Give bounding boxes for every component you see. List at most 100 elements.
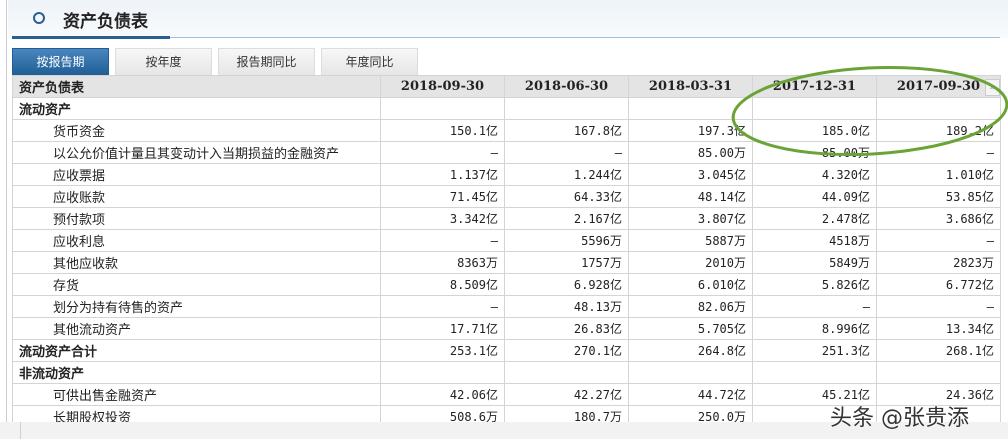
circle-icon: [33, 12, 45, 24]
table-row: 非流动资产: [12, 361, 1001, 384]
row-label: 划分为持有待售的资产: [12, 295, 381, 318]
table-cell: 42.27亿: [504, 383, 629, 406]
table-cell: 150.1亿: [380, 119, 505, 142]
section-header: 资产负债表: [8, 0, 1008, 38]
table-cell: 8363万: [380, 251, 505, 274]
table-cell: 2010万: [628, 251, 753, 274]
row-label: 其他流动资产: [12, 317, 381, 340]
table-header-row: 资产负债表 2018-09-30 2018-06-30 2018-03-31 2…: [12, 75, 1001, 98]
tab-bar: 按报告期 按年度 报告期同比 年度同比: [12, 48, 418, 75]
table-row: 应收账款 71.45亿 64.33亿 48.14亿 44.09亿 53.85亿: [12, 185, 1001, 208]
table-cell: 189.2亿: [876, 119, 1001, 142]
row-label: 应收票据: [12, 163, 381, 186]
table-cell: 1.010亿: [876, 163, 1001, 186]
row-label: 流动资产: [12, 97, 381, 120]
table-cell: 3.807亿: [628, 207, 753, 230]
column-header: 2018-03-31: [628, 75, 753, 98]
row-label: 可供出售金融资产: [12, 383, 381, 406]
table-cell: —: [380, 141, 505, 164]
table-cell: 48.14亿: [628, 185, 753, 208]
table-cell: 44.09亿: [752, 185, 877, 208]
table-cell: 3.342亿: [380, 207, 505, 230]
table-cell: [752, 97, 877, 120]
row-label: 其他应收款: [12, 251, 381, 274]
table-cell: 42.06亿: [380, 383, 505, 406]
column-header: 2017-09-30: [876, 75, 1001, 98]
table-cell: 26.83亿: [504, 317, 629, 340]
column-header: 2017-12-31: [752, 75, 877, 98]
table-cell: 6.772亿: [876, 273, 1001, 296]
table-cell: 5887万: [628, 229, 753, 252]
table-cell: 2.167亿: [504, 207, 629, 230]
table-cell: 5.705亿: [628, 317, 753, 340]
table-cell: [876, 361, 1001, 384]
table-row: 流动资产: [12, 97, 1001, 120]
table-row: 应收利息 —5596万 5887万 4518万 —: [12, 229, 1001, 252]
table-cell: 48.13万: [504, 295, 629, 318]
table-row: 货币资金 150.1亿 167.8亿 197.3亿 185.0亿 189.2亿: [12, 119, 1001, 142]
table-cell: 5.826亿: [752, 273, 877, 296]
table-row: 应收票据 1.137亿 1.244亿 3.045亿 4.320亿 1.010亿: [12, 163, 1001, 186]
row-label: 货币资金: [12, 119, 381, 142]
row-label: 预付款项: [12, 207, 381, 230]
table-cell: 3.045亿: [628, 163, 753, 186]
table-cell: 2823万: [876, 251, 1001, 274]
header-divider: [170, 37, 1000, 38]
tab-annual-yoy[interactable]: 年度同比: [321, 48, 418, 75]
table-cell: 8.996亿: [752, 317, 877, 340]
table-cell: 85.00万: [752, 141, 877, 164]
table-cell: 2.478亿: [752, 207, 877, 230]
table-row: 预付款项 3.342亿 2.167亿 3.807亿 2.478亿 3.686亿: [12, 207, 1001, 230]
table-cell: 167.8亿: [504, 119, 629, 142]
table-cell: 270.1亿: [504, 339, 629, 362]
table-cell: [628, 361, 753, 384]
table-cell: 6.010亿: [628, 273, 753, 296]
table-cell: [504, 97, 629, 120]
table-cell: 4518万: [752, 229, 877, 252]
table-row: 流动资产合计 253.1亿 270.1亿 264.8亿 251.3亿 268.1亿: [12, 339, 1001, 362]
table-cell: 253.1亿: [380, 339, 505, 362]
table-cell: 13.34亿: [876, 317, 1001, 340]
section-title: 资产负债表: [63, 12, 148, 32]
table-cell: 3.686亿: [876, 207, 1001, 230]
balance-sheet-table: 资产负债表 2018-09-30 2018-06-30 2018-03-31 2…: [12, 75, 1001, 428]
table-cell: 8.509亿: [380, 273, 505, 296]
row-label: 以公允价值计量且其变动计入当期损益的金融资产: [12, 141, 381, 164]
table-cell: 53.85亿: [876, 185, 1001, 208]
tab-by-report-period[interactable]: 按报告期: [12, 48, 109, 75]
table-cell: [628, 97, 753, 120]
table-cell: 82.06万: [628, 295, 753, 318]
table-cell: 1757万: [504, 251, 629, 274]
tab-by-year[interactable]: 按年度: [115, 48, 212, 75]
table-cell: 185.0亿: [752, 119, 877, 142]
more-columns-icon[interactable]: »: [985, 79, 1000, 96]
row-label: 应收账款: [12, 185, 381, 208]
column-header: 2018-06-30: [504, 75, 629, 98]
table-cell: 251.3亿: [752, 339, 877, 362]
header-accent-line: [12, 36, 170, 39]
table-cell: —: [876, 295, 1001, 318]
table-cell: —: [380, 295, 505, 318]
tab-report-period-yoy[interactable]: 报告期同比: [218, 48, 315, 75]
table-cell: 85.00万: [628, 141, 753, 164]
table-cell: [876, 97, 1001, 120]
row-label: 应收利息: [12, 229, 381, 252]
table-cell: —: [380, 229, 505, 252]
table-row: 其他流动资产 17.71亿 26.83亿 5.705亿 8.996亿 13.34亿: [12, 317, 1001, 340]
table-row: 以公允价值计量且其变动计入当期损益的金融资产 — —85.00万 85.00万 —: [12, 141, 1001, 164]
table-cell: 268.1亿: [876, 339, 1001, 362]
table-row: 存货 8.509亿 6.928亿 6.010亿 5.826亿 6.772亿: [12, 273, 1001, 296]
table-cell: [504, 361, 629, 384]
table-cell: 6.928亿: [504, 273, 629, 296]
row-label: 流动资产合计: [12, 339, 381, 362]
table-cell: [380, 97, 505, 120]
table-row: 其他应收款 8363万 1757万 2010万 5849万 2823万: [12, 251, 1001, 274]
table-cell: 5849万: [752, 251, 877, 274]
table-cell: 71.45亿: [380, 185, 505, 208]
row-label: 存货: [12, 273, 381, 296]
row-label: 非流动资产: [12, 361, 381, 384]
table-cell: 197.3亿: [628, 119, 753, 142]
table-cell: 1.137亿: [380, 163, 505, 186]
column-header: 2018-09-30: [380, 75, 505, 98]
watermark: 头条 @张贵添: [830, 406, 969, 431]
